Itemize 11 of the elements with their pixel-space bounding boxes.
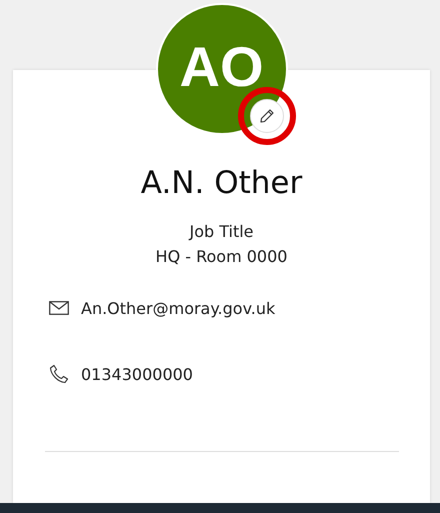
phone-icon xyxy=(49,364,69,384)
pencil-icon xyxy=(258,108,274,124)
phone-number: 01343000000 xyxy=(81,364,193,384)
avatar: AO xyxy=(156,3,288,135)
location: HQ - Room 0000 xyxy=(156,246,288,268)
job-title: Job Title xyxy=(189,221,254,243)
edit-button[interactable] xyxy=(250,99,284,133)
email-link[interactable]: An.Other@moray.gov.uk xyxy=(81,298,276,318)
envelope-icon xyxy=(49,301,69,315)
highlight-ring xyxy=(238,87,296,145)
person-name: A.N. Other xyxy=(140,165,302,201)
